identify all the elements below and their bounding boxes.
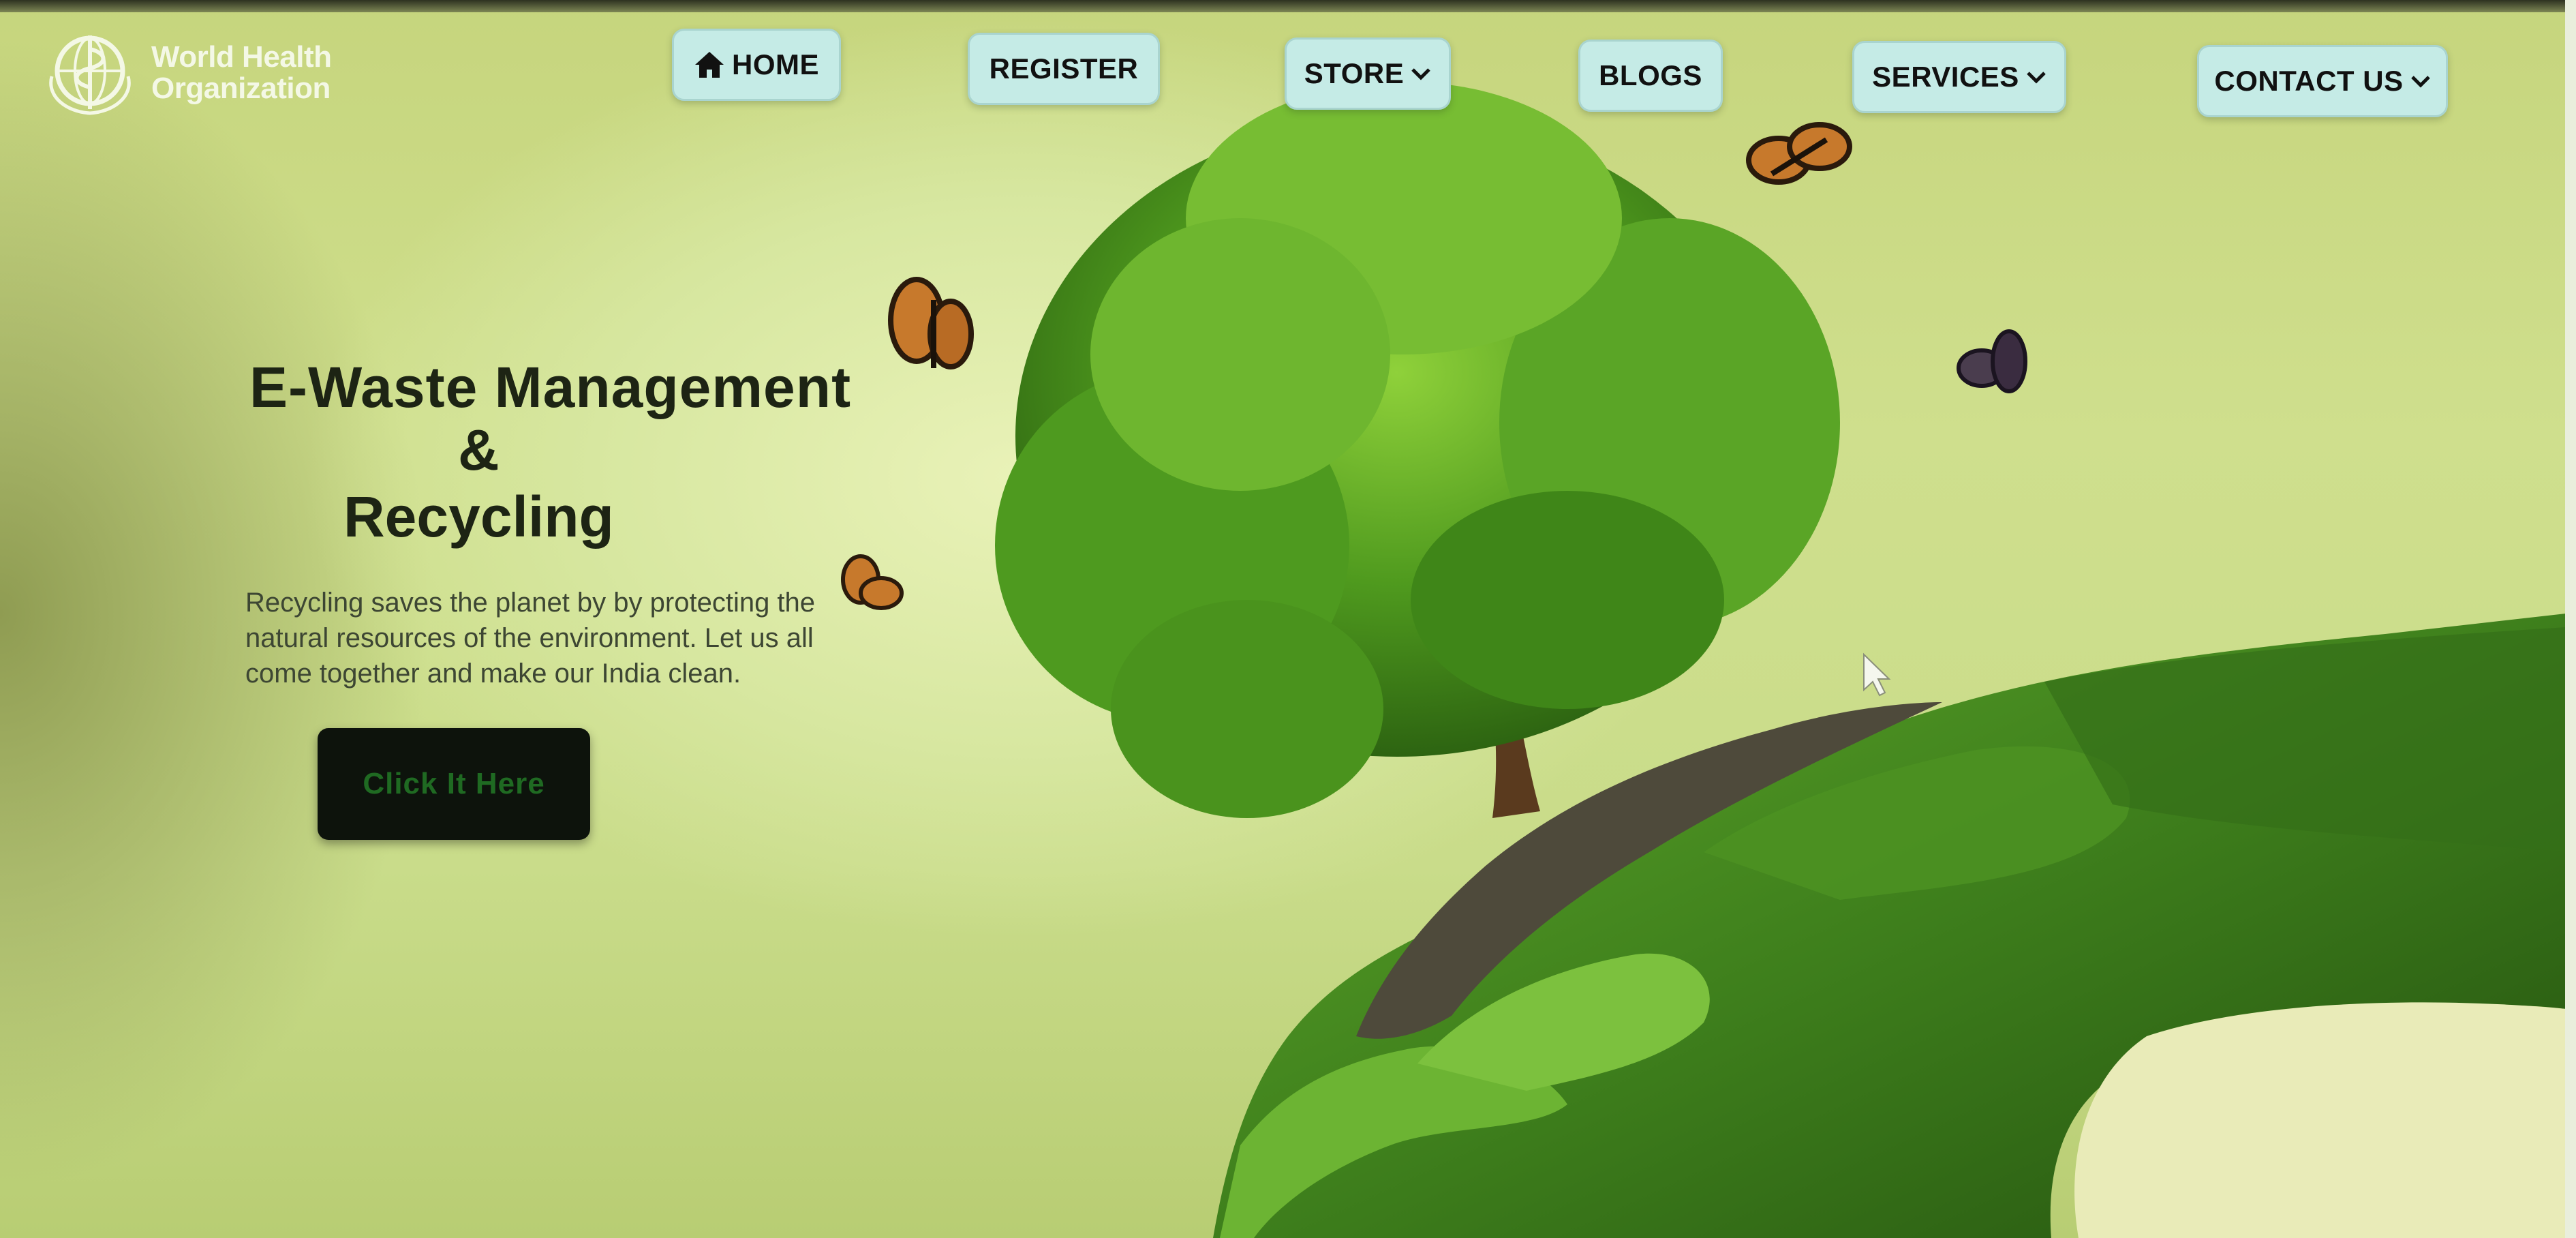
butterfly-icon	[1746, 122, 1852, 185]
mouse-cursor-icon	[1863, 652, 1891, 697]
nav-register-label: REGISTER	[989, 52, 1139, 85]
nav-store-button[interactable]: STORE	[1285, 37, 1451, 110]
hero-title-line-2: Recycling	[343, 485, 614, 549]
nav-register-button[interactable]: REGISTER	[968, 33, 1160, 105]
screen-top-edge	[0, 0, 2576, 12]
chevron-down-icon	[2410, 76, 2430, 88]
butterfly-icon	[888, 277, 974, 369]
hero-title-line-1: E-Waste Management	[249, 355, 852, 419]
nav-home-label: HOME	[732, 48, 819, 80]
nav-services-label: SERVICES	[1872, 61, 2019, 93]
nav-home-button[interactable]: HOME	[672, 29, 841, 101]
nav-contact-button[interactable]: CONTACT US	[2197, 45, 2448, 117]
home-icon	[695, 52, 724, 78]
rock-image	[1356, 702, 1942, 1039]
screen-right-edge	[2565, 0, 2576, 1238]
hero-description: Recycling saves the planet by by protect…	[245, 588, 816, 689]
mossy-hand-image	[1213, 614, 2566, 1238]
butterfly-icon	[1957, 329, 2027, 393]
nav-services-button[interactable]: SERVICES	[1852, 41, 2066, 113]
chevron-down-icon	[1411, 68, 1430, 80]
nav-blogs-button[interactable]: BLOGS	[1578, 40, 1723, 112]
cta-label: Click It Here	[363, 767, 545, 800]
click-it-here-button[interactable]: Click It Here	[318, 728, 590, 840]
who-emblem-icon	[49, 35, 131, 115]
nav-blogs-label: BLOGS	[1599, 59, 1702, 91]
nav-store-label: STORE	[1304, 57, 1405, 89]
who-logo[interactable]: World Health Organization	[40, 29, 332, 117]
chevron-down-icon	[2027, 72, 2046, 84]
hero-title-ampersand: &	[458, 418, 500, 482]
nav-contact-label: CONTACT US	[2214, 65, 2404, 97]
logo-line-2: Organization	[151, 72, 331, 105]
logo-line-1: World Health	[151, 40, 332, 74]
tree-image	[995, 82, 1840, 818]
